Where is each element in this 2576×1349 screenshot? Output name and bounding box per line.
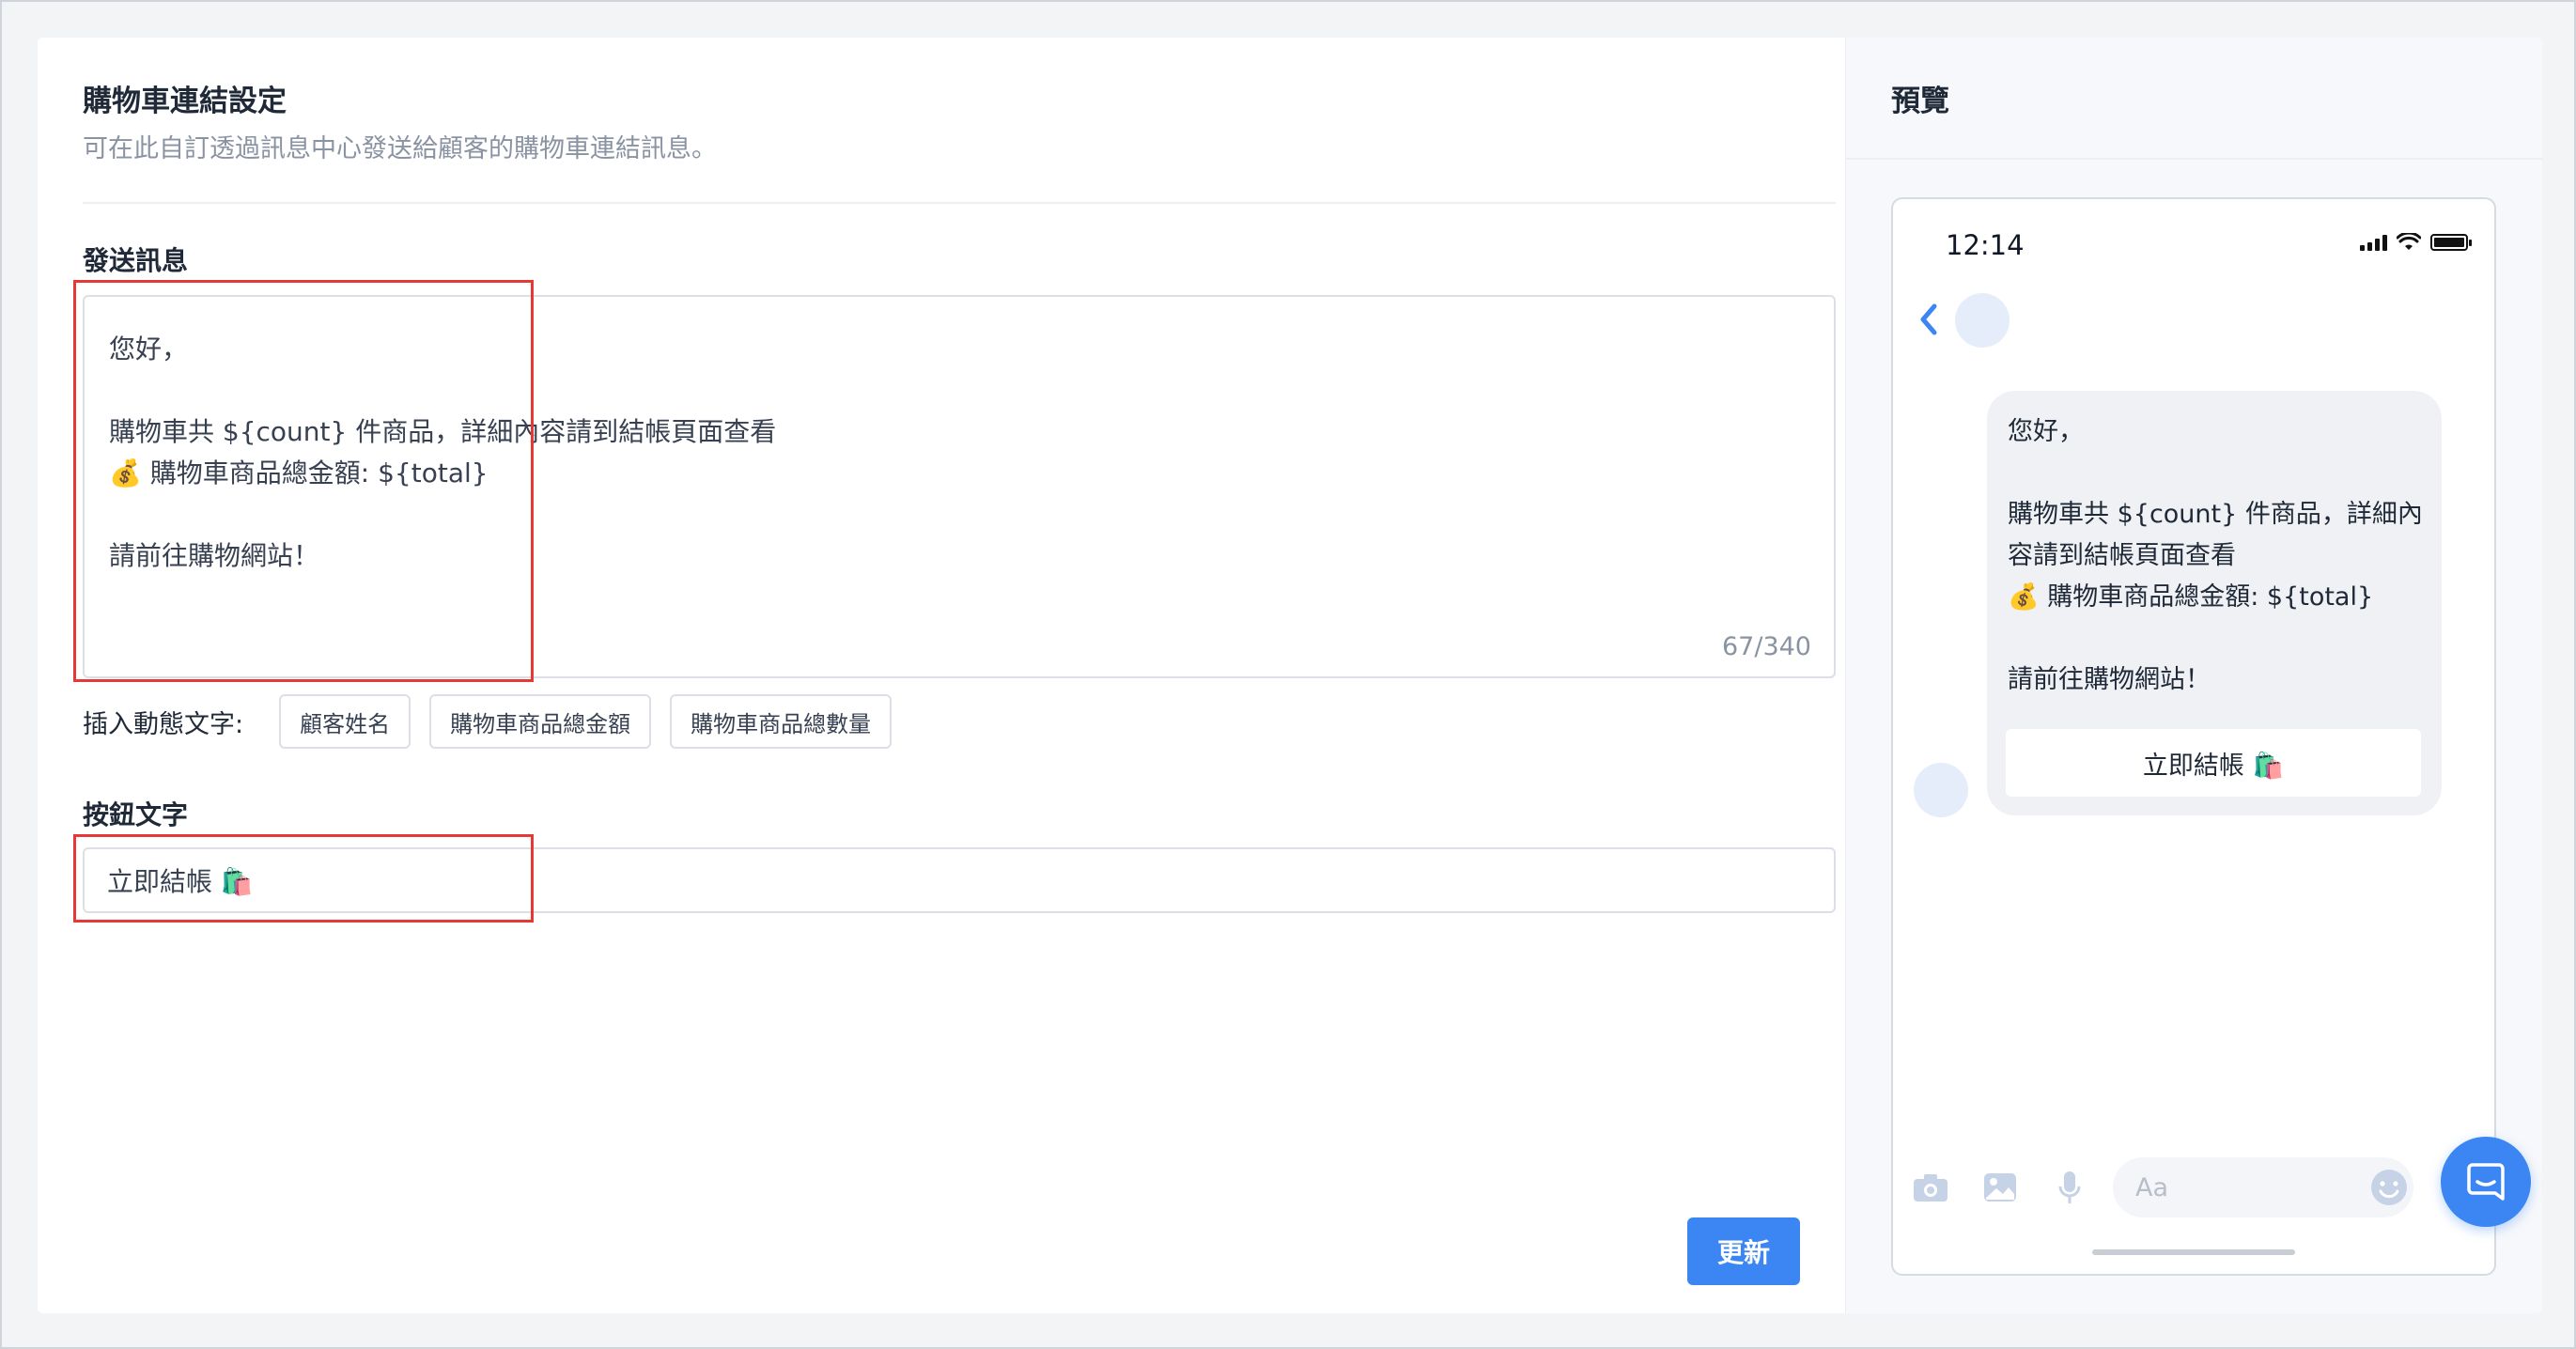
signal-icon — [2360, 234, 2387, 251]
bubble-line: 購物車共 ${count} 件商品，詳細內容請到結帳頁面查看 — [2008, 500, 2423, 570]
message-textarea[interactable]: 您好， 購物車共 ${count} 件商品，詳細內容請到結帳頁面查看 💰 購物車… — [83, 295, 1836, 678]
divider — [83, 202, 1836, 204]
composer-bar: Aa — [1910, 1157, 2474, 1217]
home-indicator — [2092, 1249, 2295, 1255]
message-bubble: 您好， 購物車共 ${count} 件商品，詳細內容請到結帳頁面查看 💰 購物車… — [1987, 391, 2442, 815]
status-time: 12:14 — [1946, 229, 2025, 261]
bubble-line: 💰 購物車商品總金額: ${total} — [2008, 582, 2374, 612]
chat-support-button[interactable] — [2441, 1137, 2531, 1227]
settings-panel: 購物車連結設定 可在此自訂透過訊息中心發送給顧客的購物車連結訊息。 發送訊息 您… — [38, 38, 1845, 1313]
char-counter: 67/340 — [1722, 632, 1811, 661]
bubble-checkout-button[interactable]: 立即結帳 🛍️ — [2006, 729, 2421, 797]
wifi-icon — [2397, 233, 2421, 250]
app-frame: 購物車連結設定 可在此自訂透過訊息中心發送給顧客的購物車連結訊息。 發送訊息 您… — [0, 0, 2576, 1349]
message-label: 發送訊息 — [83, 245, 189, 276]
message-line: 請前往購物網站！ — [109, 540, 320, 571]
bubble-line: 您好， — [2008, 417, 2084, 446]
page-title: 購物車連結設定 — [83, 85, 287, 118]
page-description: 可在此自訂透過訊息中心發送給顧客的購物車連結訊息。 — [83, 134, 717, 163]
emoji-icon[interactable] — [2368, 1167, 2410, 1208]
preview-panel: 預覽 12:14 您好， 購物車共 ${count} 件商品，詳細內容請到結帳頁… — [1845, 38, 2543, 1313]
microphone-icon[interactable] — [2049, 1167, 2090, 1208]
chip-cart-total-count[interactable]: 購物車商品總數量 — [670, 694, 892, 749]
bubble-text: 您好， 購物車共 ${count} 件商品，詳細內容請到結帳頁面查看 💰 購物車… — [2008, 411, 2430, 701]
button-text-input[interactable]: 立即結帳 🛍️ — [83, 847, 1836, 913]
chip-customer-name[interactable]: 顧客姓名 — [279, 694, 411, 749]
message-line: 您好， — [109, 333, 189, 364]
preview-title: 預覽 — [1891, 85, 1949, 118]
message-line — [109, 370, 776, 411]
message-line: 購物車共 ${count} 件商品，詳細內容請到結帳頁面查看 — [109, 416, 777, 447]
chip-cart-total-amount[interactable]: 購物車商品總金額 — [429, 694, 652, 749]
message-content: 您好， 購物車共 ${count} 件商品，詳細內容請到結帳頁面查看 💰 購物車… — [109, 329, 776, 577]
avatar — [1955, 293, 2010, 348]
status-icons — [2360, 233, 2472, 252]
bubble-line — [2008, 453, 2430, 494]
update-button[interactable]: 更新 — [1687, 1217, 1800, 1285]
insert-dynamic-row: 插入動態文字: 顧客姓名 購物車商品總金額 購物車商品總數量 — [83, 693, 892, 750]
preview-divider — [1846, 158, 2543, 160]
bubble-line: 請前往購物網站！ — [2008, 665, 2211, 694]
phone-mockup: 12:14 您好， 購物車共 ${count} 件商品，詳細內容請到結帳頁面查看… — [1891, 197, 2496, 1276]
camera-icon[interactable] — [1910, 1167, 1951, 1208]
insert-label: 插入動態文字: — [83, 709, 244, 739]
battery-icon — [2430, 234, 2472, 251]
message-line — [109, 494, 776, 535]
chat-icon — [2467, 1163, 2505, 1201]
message-line: 💰 購物車商品總金額: ${total} — [109, 457, 489, 488]
button-text-label: 按鈕文字 — [83, 799, 189, 830]
back-chevron-icon[interactable] — [1914, 301, 1942, 338]
bubble-line — [2008, 618, 2430, 659]
avatar — [1914, 763, 1968, 817]
image-icon[interactable] — [1979, 1167, 2021, 1208]
